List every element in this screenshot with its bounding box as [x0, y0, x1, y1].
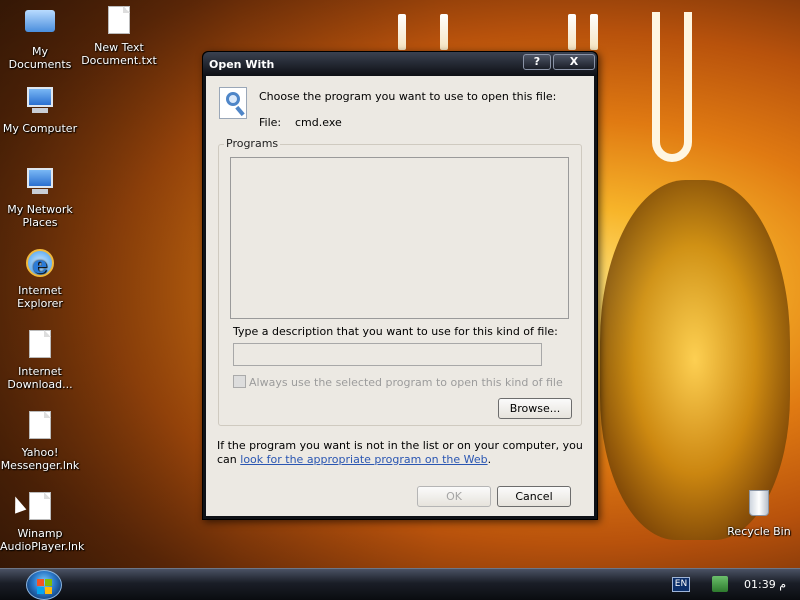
dialog-titlebar[interactable]: Open With ? X [203, 52, 597, 76]
desktop-icon-label: Winamp AudioPlayer.lnk [0, 527, 85, 553]
instruction-text: Choose the program you want to use to op… [259, 90, 557, 103]
clock[interactable]: 01:39 م [744, 578, 786, 591]
footer-text: If the program you want is not in the li… [217, 439, 587, 467]
wallpaper-decoration [600, 180, 790, 540]
wallpaper-decoration [398, 14, 406, 50]
desktop-icon-label: New Text Document.txt [81, 41, 157, 67]
description-label: Type a description that you want to use … [233, 325, 558, 338]
desktop-icon-label: My Documents [8, 45, 72, 71]
windows-logo-icon [37, 587, 44, 594]
windows-logo-icon [37, 579, 44, 586]
desktop-icon-my-computer[interactable]: My Computer [0, 87, 80, 135]
desktop-icon-label: My Computer [2, 122, 78, 135]
file-icon [24, 492, 56, 524]
search-program-icon [219, 87, 247, 119]
wallpaper-decoration [440, 14, 448, 50]
start-button[interactable] [26, 570, 62, 600]
my-documents-icon [24, 10, 56, 42]
desktop-icon-internet-explorer[interactable]: e Internet Explorer [0, 249, 80, 310]
footer-period: . [487, 453, 492, 466]
programs-list[interactable] [230, 157, 569, 319]
dialog-title: Open With [209, 58, 275, 71]
file-name: cmd.exe [295, 116, 342, 129]
file-icon [24, 330, 56, 362]
close-button[interactable]: X [553, 54, 595, 70]
desktop-icon-label: My Network Places [7, 203, 73, 229]
wallpaper-decoration [652, 12, 692, 162]
windows-logo-icon [45, 579, 52, 586]
taskbar: EN 01:39 م [0, 568, 800, 600]
wallpaper-decoration [590, 14, 598, 50]
always-use-label: Always use the selected program to open … [249, 376, 563, 389]
text-document-icon [103, 6, 135, 38]
help-button[interactable]: ? [523, 54, 551, 70]
web-search-link[interactable]: look for the appropriate program on the … [240, 453, 487, 466]
recycle-bin-icon [743, 490, 775, 522]
dialog-body: Choose the program you want to use to op… [206, 76, 594, 516]
desktop-icon-my-network-places[interactable]: My Network Places [0, 168, 80, 229]
desktop-icon-label: Internet Explorer [17, 284, 63, 310]
desktop-icon-internet-download[interactable]: Internet Download... [0, 330, 80, 391]
system-tray: EN 01:39 م [660, 569, 800, 600]
my-computer-icon [24, 87, 56, 119]
desktop-icon-label: Internet Download... [7, 365, 73, 391]
always-use-checkbox[interactable] [233, 375, 246, 388]
cancel-button[interactable]: Cancel [497, 486, 571, 507]
desktop-icon-recycle-bin[interactable]: Recycle Bin [719, 488, 799, 538]
open-with-dialog: Open With ? X Choose the program you wan… [202, 51, 598, 520]
network-places-icon [24, 168, 56, 200]
wallpaper-decoration [568, 14, 576, 50]
language-indicator[interactable]: EN [672, 577, 690, 592]
programs-group-label: Programs [224, 137, 281, 150]
browse-button[interactable]: Browse... [498, 398, 572, 419]
desktop-icon-yahoo-messenger[interactable]: Yahoo! Messenger.lnk [0, 411, 80, 472]
file-icon [24, 411, 56, 443]
file-label: File: [259, 116, 282, 129]
windows-logo-icon [45, 587, 52, 594]
desktop-icon-new-text-document[interactable]: New Text Document.txt [79, 6, 159, 67]
network-icon[interactable] [712, 576, 728, 592]
description-input[interactable] [233, 343, 542, 366]
desktop-icon-my-documents[interactable]: My Documents [0, 6, 80, 71]
desktop-icon-label: Yahoo! Messenger.lnk [0, 446, 80, 472]
ok-button[interactable]: OK [417, 486, 491, 507]
internet-explorer-icon: e [24, 249, 56, 281]
desktop-icon-label: Recycle Bin [727, 525, 791, 538]
